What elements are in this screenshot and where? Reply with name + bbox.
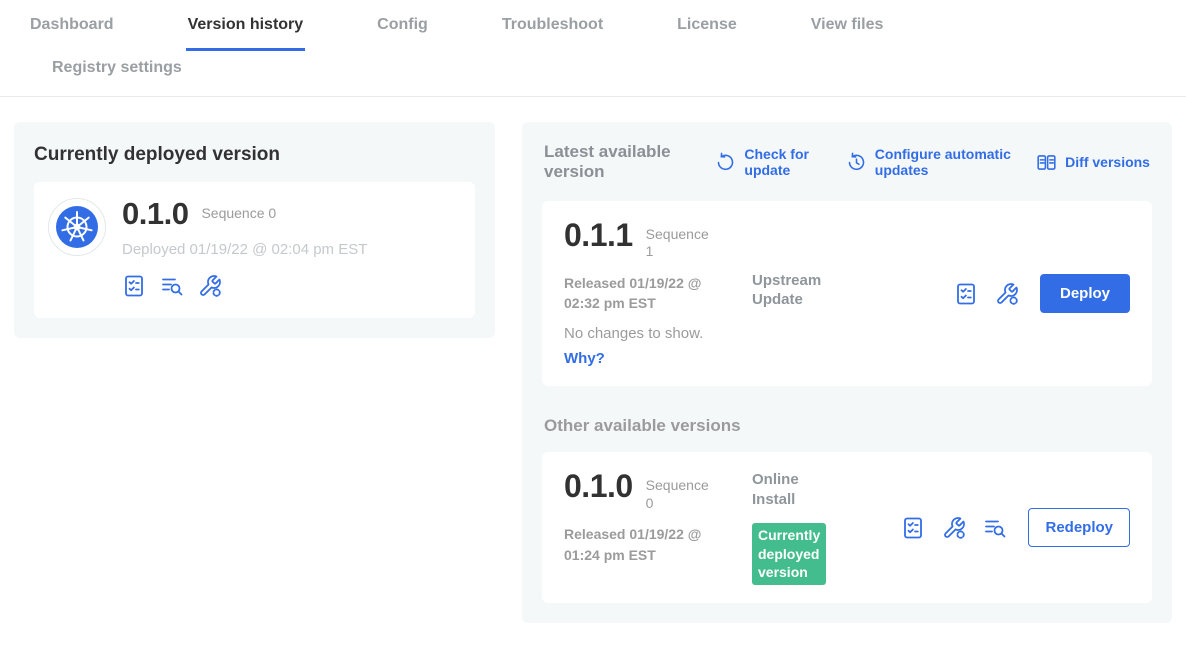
deployed-timestamp: Deployed 01/19/22 @ 02:04 pm EST <box>122 241 367 258</box>
other-released-timestamp: Released 01/19/22 @ 01:24 pm EST <box>564 524 724 565</box>
available-versions-panel: Latest available version Check for updat… <box>522 122 1172 623</box>
configure-updates-icon <box>846 152 867 173</box>
tab-registry-settings[interactable]: Registry settings <box>50 51 184 96</box>
latest-available-title: Latest available version <box>544 142 694 183</box>
release-notes-icon[interactable] <box>122 274 146 298</box>
other-release-actions: Redeploy <box>901 508 1130 547</box>
check-for-update-label: Check for update <box>744 146 824 180</box>
diff-versions-icon <box>1036 152 1057 173</box>
latest-source-label: Upstream Update <box>752 271 844 310</box>
configure-updates-label: Configure automatic updates <box>875 146 1015 180</box>
config-wrench-icon[interactable] <box>942 516 966 540</box>
other-source-label: Online Install <box>752 470 844 509</box>
deployed-version-info: 0.1.0 Sequence 0 Deployed 01/19/22 @ 02:… <box>122 198 367 298</box>
deployed-version-number: 0.1.0 <box>122 198 188 229</box>
deploy-button[interactable]: Deploy <box>1040 274 1130 313</box>
currently-deployed-badge: Currently deployed version <box>752 523 826 585</box>
latest-sequence-label: Sequence 1 <box>646 226 710 261</box>
other-sequence-label: Sequence 0 <box>646 477 710 512</box>
check-for-update-icon <box>715 152 736 173</box>
deployed-sequence-label: Sequence 0 <box>201 205 276 223</box>
kubernetes-icon <box>56 206 98 248</box>
top-nav: Dashboard Version history Config Trouble… <box>0 0 1186 97</box>
latest-release-card: 0.1.1 Sequence 1 Released 01/19/22 @ 02:… <box>542 201 1152 387</box>
tab-version-history[interactable]: Version history <box>186 14 306 51</box>
latest-release-actions: Deploy <box>954 274 1130 313</box>
deploy-logs-icon[interactable] <box>983 516 1007 540</box>
check-for-update-link[interactable]: Check for update <box>715 146 824 180</box>
app-avatar <box>48 198 106 256</box>
latest-released-timestamp: Released 01/19/22 @ 02:32 pm EST <box>564 273 724 314</box>
other-release-source: Online Install Currently deployed versio… <box>752 470 882 585</box>
release-notes-icon[interactable] <box>954 282 978 306</box>
latest-available-header: Latest available version Check for updat… <box>542 142 1152 183</box>
configure-updates-link[interactable]: Configure automatic updates <box>846 146 1015 180</box>
why-link[interactable]: Why? <box>564 350 605 367</box>
diff-versions-label: Diff versions <box>1065 154 1150 171</box>
currently-deployed-panel: Currently deployed version <box>14 122 495 338</box>
currently-deployed-title: Currently deployed version <box>34 144 475 166</box>
redeploy-button[interactable]: Redeploy <box>1028 508 1130 547</box>
deployed-version-card: 0.1.0 Sequence 0 Deployed 01/19/22 @ 02:… <box>34 182 475 318</box>
config-wrench-icon[interactable] <box>995 282 1019 306</box>
latest-release-info: 0.1.1 Sequence 1 Released 01/19/22 @ 02:… <box>564 219 752 369</box>
deploy-logs-icon[interactable] <box>160 274 184 298</box>
release-notes-icon[interactable] <box>901 516 925 540</box>
tab-troubleshoot[interactable]: Troubleshoot <box>500 14 605 51</box>
tab-dashboard[interactable]: Dashboard <box>28 14 116 51</box>
other-version-number: 0.1.0 <box>564 470 633 502</box>
no-changes-note: No changes to show. <box>564 325 752 342</box>
latest-version-number: 0.1.1 <box>564 219 633 251</box>
latest-release-source: Upstream Update <box>752 219 882 369</box>
tab-license[interactable]: License <box>675 14 739 51</box>
deployed-actions <box>122 274 367 298</box>
nav-row-secondary: Registry settings <box>28 51 1158 96</box>
config-wrench-icon[interactable] <box>198 274 222 298</box>
tab-config[interactable]: Config <box>375 14 430 51</box>
other-release-card: 0.1.0 Sequence 0 Released 01/19/22 @ 01:… <box>542 452 1152 603</box>
main-content: Currently deployed version <box>0 97 1186 651</box>
diff-versions-link[interactable]: Diff versions <box>1036 152 1150 173</box>
nav-row-primary: Dashboard Version history Config Trouble… <box>28 14 1158 51</box>
tab-view-files[interactable]: View files <box>809 14 886 51</box>
other-versions-title: Other available versions <box>544 416 1150 436</box>
other-release-info: 0.1.0 Sequence 0 Released 01/19/22 @ 01:… <box>564 470 752 585</box>
